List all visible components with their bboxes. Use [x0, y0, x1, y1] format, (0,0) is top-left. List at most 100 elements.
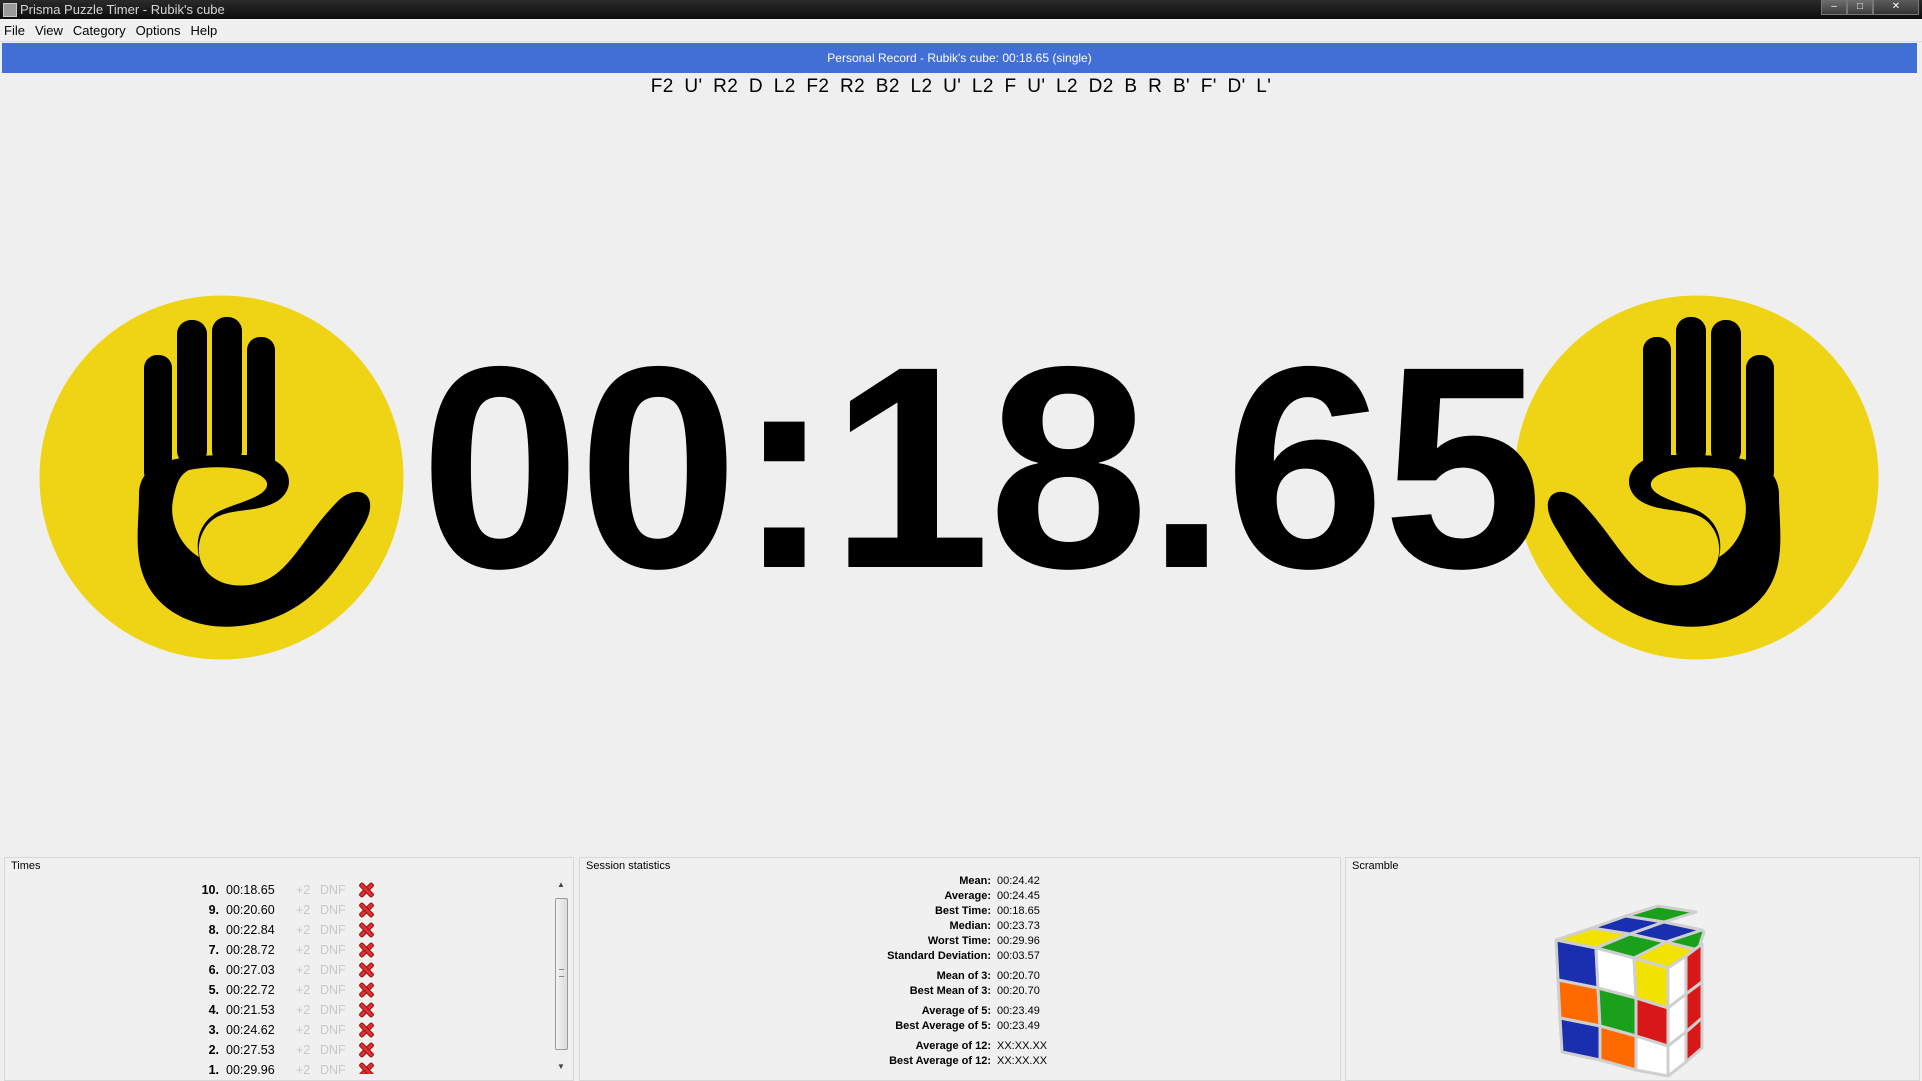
title-bar: Prisma Puzzle Timer - Rubik's cube – □ ✕: [0, 0, 1922, 19]
plus-two-button[interactable]: +2: [296, 923, 320, 937]
time-index: 1.: [208, 1063, 219, 1074]
stat-label: Average of 5:: [921, 1005, 991, 1017]
table-row: 3. 00:24.62 +2 DNF: [155, 1020, 555, 1040]
stat-mean: Mean: 00:24.42: [580, 874, 1340, 889]
scramble-panel: Scramble: [1345, 857, 1920, 1081]
menu-file[interactable]: File: [0, 23, 31, 38]
plus-two-button[interactable]: +2: [296, 1063, 320, 1074]
minimize-button[interactable]: –: [1821, 0, 1847, 15]
dnf-button[interactable]: DNF: [320, 1003, 358, 1017]
app-icon: [3, 3, 17, 17]
session-statistics-panel: Session statistics Mean: 00:24.42 Average…: [579, 857, 1341, 1081]
times-list: 10. 00:18.65 +2 DNF 9. 00:20.60 +2 DNF 8. 00:22…: [155, 880, 555, 1074]
delete-icon[interactable]: [358, 1062, 374, 1074]
menu-help[interactable]: Help: [186, 23, 223, 38]
dnf-button[interactable]: DNF: [320, 1043, 358, 1057]
time-index: 2.: [208, 1043, 219, 1057]
plus-two-button[interactable]: +2: [296, 903, 320, 917]
stat-best-time: Best Time: 00:18.65: [580, 904, 1340, 919]
plus-two-button[interactable]: +2: [296, 963, 320, 977]
plus-two-button[interactable]: +2: [296, 943, 320, 957]
delete-icon[interactable]: [358, 1002, 374, 1018]
stat-best-average-of-5: Best Average of 5: 00:23.49: [580, 1019, 1340, 1034]
plus-two-button[interactable]: +2: [296, 1043, 320, 1057]
delete-icon[interactable]: [358, 982, 374, 998]
times-panel: Times 10. 00:18.65 +2 DNF 9. 00:20.60 +2 DNF 8…: [4, 857, 574, 1081]
table-row: 5. 00:22.72 +2 DNF: [155, 980, 555, 1000]
time-index: 8.: [208, 923, 219, 937]
scroll-up-icon[interactable]: ▲: [554, 878, 568, 892]
delete-icon[interactable]: [358, 1042, 374, 1058]
menu-category[interactable]: Category: [69, 23, 132, 38]
stat-label: Median:: [949, 920, 991, 932]
time-value: 00:27.53: [226, 1043, 275, 1057]
close-button[interactable]: ✕: [1873, 0, 1919, 15]
delete-icon[interactable]: [358, 942, 374, 958]
time-index: 10.: [201, 883, 219, 897]
dnf-button[interactable]: DNF: [320, 1063, 358, 1074]
delete-icon[interactable]: [358, 922, 374, 938]
time-value: 00:29.96: [226, 1063, 275, 1074]
timer-display: 00:18.65: [420, 307, 1543, 629]
table-row: 4. 00:21.53 +2 DNF: [155, 1000, 555, 1020]
scroll-thumb[interactable]: [555, 898, 568, 1050]
maximize-button[interactable]: □: [1847, 0, 1873, 15]
stat-value: 00:18.65: [997, 905, 1040, 917]
table-row: 2. 00:27.53 +2 DNF: [155, 1040, 555, 1060]
times-scrollbar[interactable]: ▲ ▼: [554, 878, 568, 1074]
window-controls: – □ ✕: [1821, 0, 1919, 15]
stat-value: 00:20.70: [997, 985, 1040, 997]
stats-panel-title: Session statistics: [586, 860, 671, 872]
time-value: 00:22.84: [226, 923, 275, 937]
stat-average: Average: 00:24.45: [580, 889, 1340, 904]
scramble-panel-title: Scramble: [1352, 860, 1399, 872]
table-row: 8. 00:22.84 +2 DNF: [155, 920, 555, 940]
time-value: 00:21.53: [226, 1003, 275, 1017]
dnf-button[interactable]: DNF: [320, 983, 358, 997]
menu-options[interactable]: Options: [132, 23, 187, 38]
plus-two-button[interactable]: +2: [296, 983, 320, 997]
table-row: 10. 00:18.65 +2 DNF: [155, 880, 555, 900]
stat-worst-time: Worst Time: 00:29.96: [580, 934, 1340, 949]
stat-label: Average of 12:: [915, 1040, 991, 1052]
cube-preview-icon: [1554, 904, 1706, 1078]
plus-two-button[interactable]: +2: [296, 1003, 320, 1017]
stat-mean-of-3: Mean of 3: 00:20.70: [580, 969, 1340, 984]
time-value: 00:28.72: [226, 943, 275, 957]
time-value: 00:20.60: [226, 903, 275, 917]
stat-label: Standard Deviation:: [887, 950, 991, 962]
delete-icon[interactable]: [358, 902, 374, 918]
table-row: 9. 00:20.60 +2 DNF: [155, 900, 555, 920]
dnf-button[interactable]: DNF: [320, 903, 358, 917]
dnf-button[interactable]: DNF: [320, 883, 358, 897]
hand-stop-icon: [39, 295, 404, 660]
stat-value: XX:XX.XX: [997, 1055, 1048, 1067]
stat-average-of-12: Average of 12: XX:XX.XX: [580, 1039, 1340, 1054]
delete-icon[interactable]: [358, 1022, 374, 1038]
stat-label: Best Time:: [934, 905, 991, 917]
stat-std-dev: Standard Deviation: 00:03.57: [580, 949, 1340, 964]
stat-value: 00:20.70: [997, 970, 1040, 982]
hand-stop-icon: [1514, 295, 1879, 660]
dnf-button[interactable]: DNF: [320, 943, 358, 957]
delete-icon[interactable]: [358, 962, 374, 978]
time-index: 3.: [208, 1023, 219, 1037]
time-index: 5.: [208, 983, 219, 997]
dnf-button[interactable]: DNF: [320, 1023, 358, 1037]
stat-value: 00:24.42: [997, 875, 1040, 887]
dnf-button[interactable]: DNF: [320, 963, 358, 977]
time-index: 4.: [208, 1003, 219, 1017]
time-index: 9.: [208, 903, 219, 917]
stat-value: 00:23.49: [997, 1005, 1040, 1017]
plus-two-button[interactable]: +2: [296, 883, 320, 897]
menu-view[interactable]: View: [31, 23, 69, 38]
stat-value: 00:23.73: [997, 920, 1040, 932]
delete-icon[interactable]: [358, 882, 374, 898]
scroll-down-icon[interactable]: ▼: [554, 1060, 568, 1074]
stat-label: Worst Time:: [927, 935, 991, 947]
stat-label: Mean of 3:: [936, 970, 991, 982]
plus-two-button[interactable]: +2: [296, 1023, 320, 1037]
stat-value: XX:XX.XX: [997, 1040, 1048, 1052]
dnf-button[interactable]: DNF: [320, 923, 358, 937]
stat-median: Median: 00:23.73: [580, 919, 1340, 934]
